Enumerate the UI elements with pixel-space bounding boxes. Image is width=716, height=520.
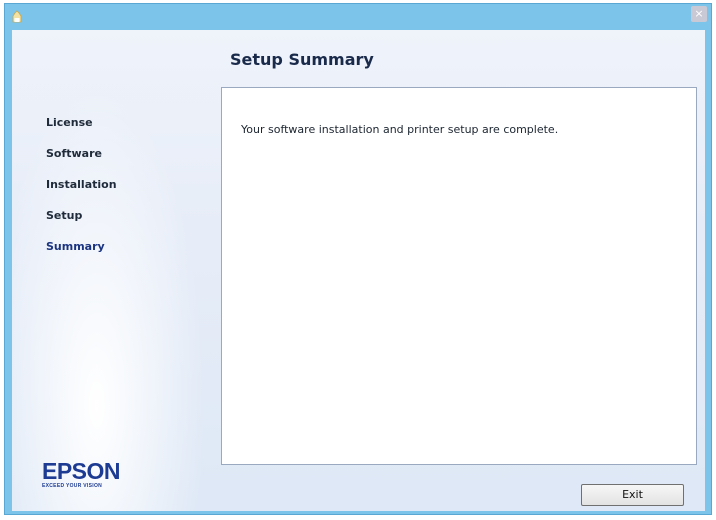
step-list: License Software Installation Setup Summ…: [46, 116, 117, 271]
exit-button[interactable]: Exit: [581, 484, 684, 506]
step-license: License: [46, 116, 93, 129]
completion-message: Your software installation and printer s…: [241, 123, 559, 136]
step-software: Software: [46, 147, 102, 160]
step-setup: Setup: [46, 209, 83, 222]
app-icon: [10, 8, 24, 23]
step-installation: Installation: [46, 178, 117, 191]
content-panel: Your software installation and printer s…: [221, 87, 697, 465]
installer-client-area: Setup Summary License Software Installat…: [12, 30, 705, 511]
step-summary: Summary: [46, 240, 105, 253]
close-icon: ×: [694, 7, 704, 20]
logo-wordmark: EPSON: [42, 458, 121, 484]
installer-window: × Setup Summary License Software Install…: [4, 3, 712, 515]
page-title: Setup Summary: [230, 50, 374, 69]
close-button[interactable]: ×: [691, 6, 707, 22]
sidebar-background: [12, 30, 224, 511]
title-bar[interactable]: ×: [5, 4, 711, 30]
epson-logo: EPSON EXCEED YOUR VISION: [42, 458, 132, 490]
